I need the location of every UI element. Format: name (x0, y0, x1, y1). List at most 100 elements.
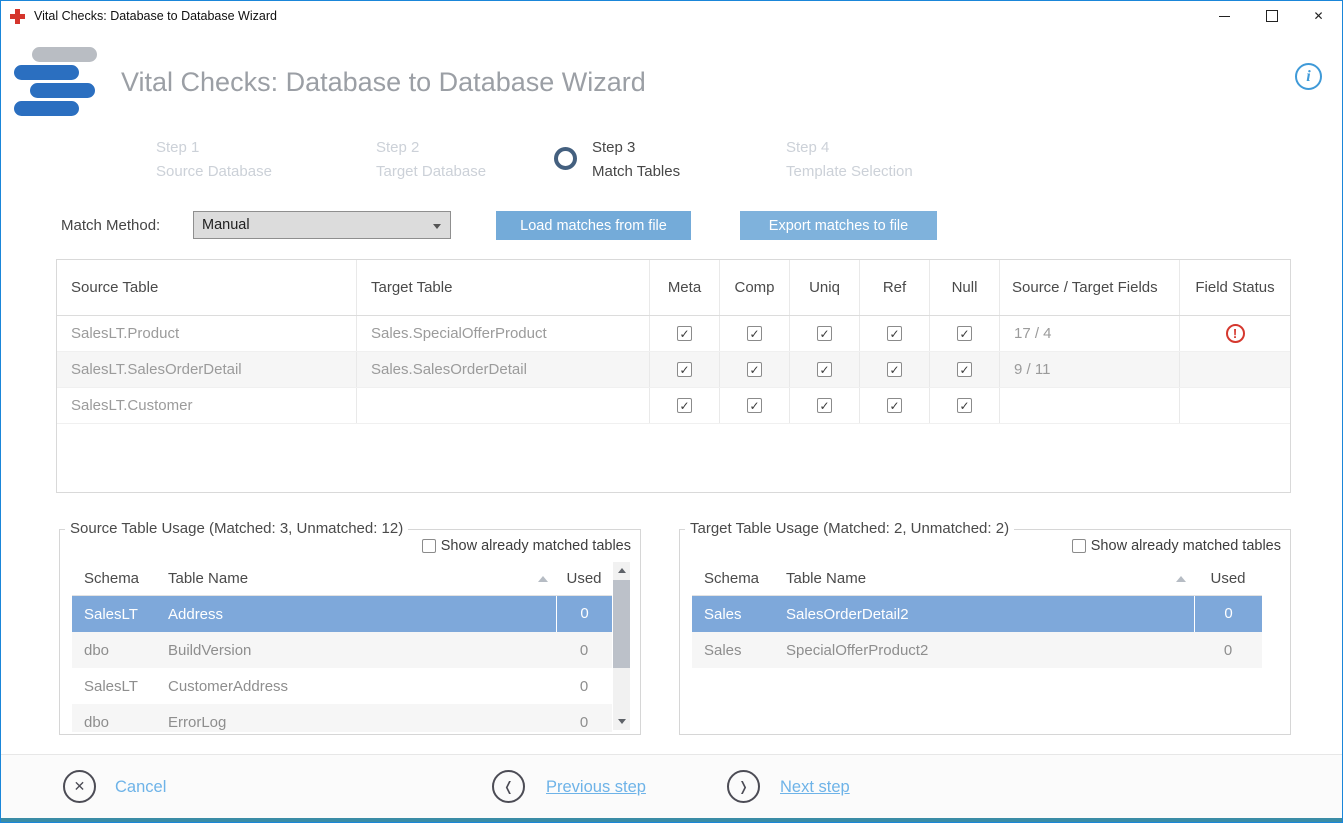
target-table-cell: Sales.SpecialOfferProduct (357, 316, 650, 351)
field-status-cell (1180, 388, 1290, 423)
used-cell: 0 (556, 596, 612, 632)
show-matched-toggle-source[interactable]: Show already matched tables (422, 538, 631, 554)
app-cross-icon (10, 9, 25, 24)
source-usage-title: Source Table Usage (Matched: 3, Unmatche… (65, 520, 408, 537)
schema-cell: SalesLT (72, 606, 156, 623)
step-1-label: Step 1 (156, 139, 199, 156)
table-name-cell: Address (156, 606, 556, 623)
source-table-cell: SalesLT.SalesOrderDetail (57, 352, 357, 387)
null-checkbox[interactable] (957, 326, 972, 341)
scroll-up-icon[interactable] (613, 562, 630, 579)
col-null: Null (930, 260, 1000, 315)
next-step-button[interactable]: Next step (780, 778, 850, 797)
field-status-cell (1180, 352, 1290, 387)
usage-row[interactable]: SalesLT Address 0 (72, 596, 612, 632)
scroll-down-icon[interactable] (613, 713, 630, 730)
export-matches-button[interactable]: Export matches to file (740, 211, 937, 240)
col-table-name[interactable]: Table Name (156, 570, 556, 587)
vertical-scrollbar[interactable] (613, 562, 630, 730)
meta-checkbox[interactable] (677, 326, 692, 341)
usage-row[interactable]: dbo BuildVersion 0 (72, 632, 612, 668)
window-controls (1201, 1, 1342, 31)
step-2-label: Step 2 (376, 139, 419, 156)
col-comp: Comp (720, 260, 790, 315)
match-method-select[interactable]: Manual (193, 211, 451, 239)
table-name-cell: BuildVersion (156, 642, 556, 659)
usage-row[interactable]: dbo ErrorLog 0 (72, 704, 612, 732)
match-row[interactable]: SalesLT.Product Sales.SpecialOfferProduc… (57, 316, 1290, 352)
logo-bar-gray (32, 47, 97, 62)
schema-cell: dbo (72, 642, 156, 659)
show-matched-checkbox[interactable] (422, 539, 436, 553)
schema-cell: SalesLT (72, 678, 156, 695)
step-4-label: Step 4 (786, 139, 829, 156)
schema-cell: Sales (692, 642, 774, 659)
source-usage-header: Schema Table Name Used (72, 562, 612, 596)
next-step-icon[interactable] (727, 770, 760, 803)
match-method-label: Match Method: (61, 217, 160, 234)
meta-checkbox[interactable] (677, 398, 692, 413)
match-table: Source Table Target Table Meta Comp Uniq… (56, 259, 1291, 493)
schema-cell: Sales (692, 606, 774, 623)
cancel-button[interactable]: Cancel (115, 778, 166, 797)
active-step-icon (554, 147, 577, 170)
col-table-name[interactable]: Table Name (774, 570, 1194, 587)
show-matched-label: Show already matched tables (1091, 538, 1281, 554)
source-usage-table: Schema Table Name Used SalesLT Address 0… (72, 562, 612, 732)
app-window: Vital Checks: Database to Database Wizar… (0, 0, 1343, 823)
ref-checkbox[interactable] (887, 398, 902, 413)
show-matched-checkbox[interactable] (1072, 539, 1086, 553)
col-field-status: Field Status (1180, 260, 1290, 315)
fields-count-cell: 17 / 4 (1000, 316, 1180, 351)
previous-step-icon[interactable] (492, 770, 525, 803)
maximize-button[interactable] (1248, 1, 1295, 31)
info-icon[interactable] (1295, 63, 1322, 90)
table-name-cell: ErrorLog (156, 714, 556, 731)
close-button[interactable] (1295, 1, 1342, 31)
schema-cell: dbo (72, 714, 156, 731)
null-checkbox[interactable] (957, 398, 972, 413)
field-status-error-icon[interactable] (1226, 324, 1245, 343)
target-usage-table: Schema Table Name Used Sales SalesOrderD… (692, 562, 1262, 732)
window-title: Vital Checks: Database to Database Wizar… (34, 9, 277, 23)
previous-step-button[interactable]: Previous step (546, 778, 646, 797)
step-1-sublabel: Source Database (156, 163, 272, 180)
show-matched-toggle-target[interactable]: Show already matched tables (1072, 538, 1281, 554)
show-matched-label: Show already matched tables (441, 538, 631, 554)
target-usage-group: Target Table Usage (Matched: 2, Unmatche… (679, 529, 1291, 735)
usage-row[interactable]: Sales SalesOrderDetail2 0 (692, 596, 1262, 632)
target-table-cell (357, 388, 650, 423)
null-checkbox[interactable] (957, 362, 972, 377)
col-table-name-label: Table Name (168, 570, 248, 587)
step-3-label: Step 3 (592, 139, 635, 156)
footer-bar: Cancel Previous step Next step (1, 754, 1342, 818)
comp-checkbox[interactable] (747, 362, 762, 377)
fields-count-cell (1000, 388, 1180, 423)
step-4-sublabel: Template Selection (786, 163, 913, 180)
cancel-icon[interactable] (63, 770, 96, 803)
usage-row[interactable]: SalesLT CustomerAddress 0 (72, 668, 612, 704)
uniq-checkbox[interactable] (817, 398, 832, 413)
load-matches-button[interactable]: Load matches from file (496, 211, 691, 240)
match-method-value: Manual (202, 217, 250, 233)
minimize-button[interactable] (1201, 1, 1248, 31)
match-row[interactable]: SalesLT.SalesOrderDetail Sales.SalesOrde… (57, 352, 1290, 388)
logo-bar-blue (14, 101, 79, 116)
col-source-target-fields: Source / Target Fields (1000, 260, 1180, 315)
table-name-cell: CustomerAddress (156, 678, 556, 695)
uniq-checkbox[interactable] (817, 326, 832, 341)
scrollbar-thumb[interactable] (613, 580, 630, 668)
col-schema: Schema (692, 570, 774, 587)
match-row[interactable]: SalesLT.Customer (57, 388, 1290, 424)
ref-checkbox[interactable] (887, 326, 902, 341)
used-cell: 0 (556, 642, 612, 659)
meta-checkbox[interactable] (677, 362, 692, 377)
target-usage-header: Schema Table Name Used (692, 562, 1262, 596)
comp-checkbox[interactable] (747, 398, 762, 413)
ref-checkbox[interactable] (887, 362, 902, 377)
logo-bar-blue (14, 65, 79, 80)
uniq-checkbox[interactable] (817, 362, 832, 377)
comp-checkbox[interactable] (747, 326, 762, 341)
usage-row[interactable]: Sales SpecialOfferProduct2 0 (692, 632, 1262, 668)
table-name-cell: SalesOrderDetail2 (774, 606, 1194, 623)
